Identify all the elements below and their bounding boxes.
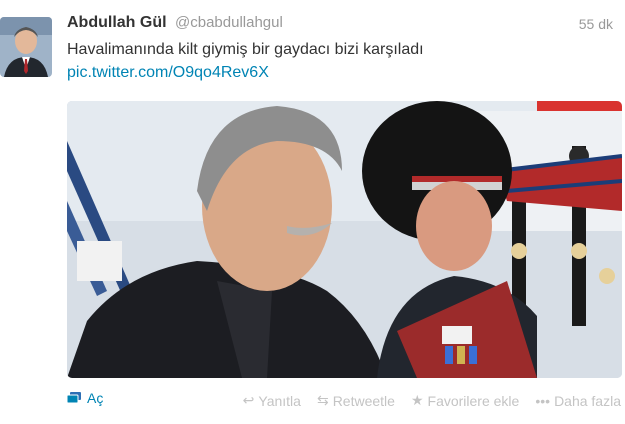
retweet-icon: ⇆ bbox=[316, 392, 329, 408]
avatar[interactable] bbox=[0, 17, 52, 77]
timestamp[interactable]: 55 dk bbox=[579, 16, 613, 32]
retweet-label: Retweetle bbox=[332, 392, 395, 409]
open-button[interactable]: Aç bbox=[67, 390, 103, 406]
media-icon bbox=[67, 392, 81, 404]
tweet: Abdullah Gül @cbabdullahgul 55 dk Havali… bbox=[0, 0, 625, 424]
star-icon: ★ bbox=[410, 392, 424, 408]
username[interactable]: @cbabdullahgul bbox=[175, 14, 283, 31]
tweet-photo[interactable] bbox=[67, 101, 622, 378]
favorite-button[interactable]: ★ Favorilere ekle bbox=[411, 392, 519, 409]
photo-image bbox=[67, 101, 622, 378]
reply-icon: ↩ bbox=[242, 392, 255, 408]
reply-button[interactable]: ↩ Yanıtla bbox=[243, 392, 301, 409]
action-links: ↩ Yanıtla ⇆ Retweetle ★ Favorilere ekle … bbox=[243, 392, 621, 409]
retweet-button[interactable]: ⇆ Retweetle bbox=[317, 392, 395, 409]
reply-label: Yanıtla bbox=[258, 392, 301, 409]
open-label: Aç bbox=[87, 390, 104, 406]
more-dots-icon: ••• bbox=[535, 392, 551, 409]
more-button[interactable]: ••• Daha fazla bbox=[535, 392, 621, 409]
tweet-actions: Aç ↩ Yanıtla ⇆ Retweetle ★ Favorilere ek… bbox=[67, 390, 621, 412]
more-label: Daha fazla bbox=[554, 392, 621, 409]
tweet-link[interactable]: pic.twitter.com/O9qo4Rev6X bbox=[67, 63, 269, 83]
tweet-text: Havalimanında kilt giymiş bir gaydacı bi… bbox=[67, 41, 424, 58]
favorite-label: Favorilere ekle bbox=[427, 392, 520, 409]
tweet-header: Abdullah Gül @cbabdullahgul 55 dk bbox=[67, 14, 615, 36]
fullname[interactable]: Abdullah Gül bbox=[67, 14, 167, 31]
